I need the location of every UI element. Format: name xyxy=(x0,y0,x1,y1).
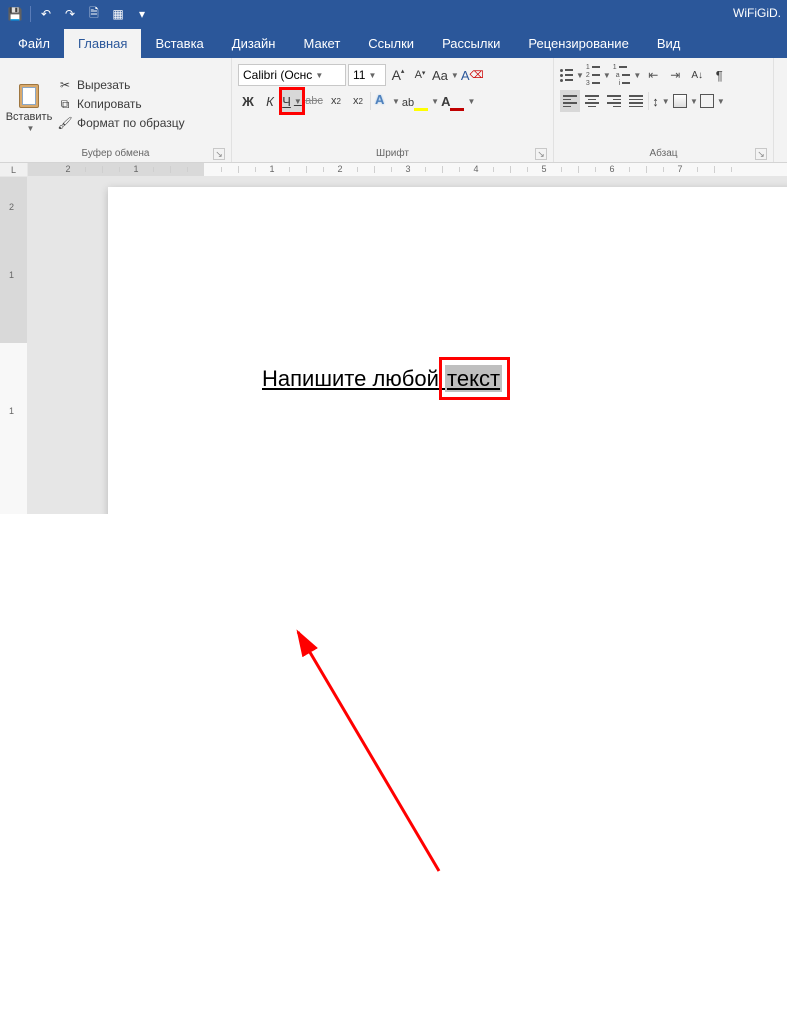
redo-button[interactable]: ↷ xyxy=(59,3,81,25)
superscript-button[interactable]: x2 xyxy=(348,90,368,112)
multilevel-button[interactable]: 1ai▼ xyxy=(613,64,641,86)
paste-button[interactable]: Вставить ▼ xyxy=(6,62,52,146)
shading-icon xyxy=(673,94,687,108)
bullets-button[interactable]: ▼ xyxy=(560,64,584,86)
underline-button[interactable]: Ч▼ xyxy=(282,90,302,112)
copy-label: Копировать xyxy=(77,97,142,111)
paste-dropdown[interactable]: ▼ xyxy=(24,124,35,133)
align-center-icon xyxy=(585,95,599,107)
font-size-dropdown[interactable]: ▼ xyxy=(365,71,376,80)
copy-icon: ⧉ xyxy=(58,97,72,111)
group-clipboard-label: Буфер обмена ↘ xyxy=(6,146,225,162)
tab-design[interactable]: Дизайн xyxy=(218,29,290,58)
shrink-font-button[interactable]: A▾ xyxy=(410,64,430,86)
line-spacing-button[interactable]: ↕▼ xyxy=(651,90,671,112)
font-color-button[interactable]: A▼ xyxy=(441,90,475,112)
copy-button[interactable]: ⧉ Копировать xyxy=(56,96,187,112)
grow-font-button[interactable]: A▴ xyxy=(388,64,408,86)
ribbon: Вставить ▼ ✂ Вырезать ⧉ Копировать 🖌 Фор… xyxy=(0,58,787,163)
ruler-vertical[interactable]: 211 xyxy=(0,177,28,514)
font-size-combo[interactable]: 11 ▼ xyxy=(348,64,386,86)
document-page[interactable]: Напишите любой текст xyxy=(108,187,787,514)
quick-access-toolbar: 💾 ↶ ↷ 🗎 ▦ ▾ xyxy=(0,3,153,25)
numbering-icon: 123 xyxy=(586,64,600,87)
show-marks-button[interactable]: ¶ xyxy=(709,64,729,86)
annotation-arrow xyxy=(0,514,787,1028)
align-left-icon xyxy=(563,95,577,107)
borders-button[interactable]: ▼ xyxy=(700,90,725,112)
undo-button[interactable]: ↶ xyxy=(35,3,57,25)
numbering-button[interactable]: 123▼ xyxy=(586,64,611,86)
tab-references[interactable]: Ссылки xyxy=(354,29,428,58)
doc-text-selected[interactable]: текст xyxy=(445,365,502,392)
ruler-horizontal[interactable]: L 211234567 xyxy=(0,163,787,177)
clipboard-dialog-launcher[interactable]: ↘ xyxy=(213,148,225,160)
sort-button[interactable]: А↓ xyxy=(687,64,707,86)
titlebar: 💾 ↶ ↷ 🗎 ▦ ▾ WiFiGiD. xyxy=(0,0,787,28)
align-right-button[interactable] xyxy=(604,90,624,112)
paste-icon xyxy=(15,80,43,110)
group-font: Calibri (Оснс ▼ 11 ▼ A▴ A▾ Aa▼ A⌫ Ж К xyxy=(232,58,554,162)
justify-icon xyxy=(629,95,643,107)
tab-file[interactable]: Файл xyxy=(4,29,64,58)
group-clipboard: Вставить ▼ ✂ Вырезать ⧉ Копировать 🖌 Фор… xyxy=(0,58,232,162)
doc-text-plain: Напишите любой xyxy=(262,366,445,391)
page-viewport[interactable]: Напишите любой текст xyxy=(28,177,787,514)
brush-icon: 🖌 xyxy=(58,116,72,130)
strikethrough-button[interactable]: abc xyxy=(304,90,324,112)
newdoc-button[interactable]: 🗎 xyxy=(83,3,105,25)
align-left-button[interactable] xyxy=(560,90,580,112)
justify-button[interactable] xyxy=(626,90,646,112)
font-size-value: 11 xyxy=(353,68,365,82)
bullets-icon xyxy=(560,69,573,82)
format-painter-button[interactable]: 🖌 Формат по образцу xyxy=(56,115,187,131)
clear-formatting-button[interactable]: A⌫ xyxy=(461,64,484,86)
group-paragraph: ▼ 123▼ 1ai▼ ⇤ ⇥ А↓ ¶ ↕▼ ▼ ▼ xyxy=(554,58,774,162)
multilevel-icon: 1ai xyxy=(613,64,631,87)
document-area: 211 Напишите любой текст xyxy=(0,177,787,514)
save-button[interactable]: 💾 xyxy=(4,3,26,25)
font-name-combo[interactable]: Calibri (Оснс ▼ xyxy=(238,64,346,86)
align-right-icon xyxy=(607,95,621,107)
change-case-button[interactable]: Aa▼ xyxy=(432,64,459,86)
paragraph-dialog-launcher[interactable]: ↘ xyxy=(755,148,767,160)
tab-home[interactable]: Главная xyxy=(64,29,141,58)
group-font-label: Шрифт ↘ xyxy=(238,146,547,162)
group-paragraph-label: Абзац ↘ xyxy=(560,146,767,162)
cut-button[interactable]: ✂ Вырезать xyxy=(56,77,187,93)
document-text[interactable]: Напишите любой текст xyxy=(262,365,502,392)
qat-customize[interactable]: ▾ xyxy=(131,3,153,25)
tab-mailings[interactable]: Рассылки xyxy=(428,29,514,58)
highlight-button[interactable]: ab▼ xyxy=(402,90,439,112)
cut-label: Вырезать xyxy=(77,78,130,92)
ribbon-tabs: Файл Главная Вставка Дизайн Макет Ссылки… xyxy=(0,28,787,58)
align-center-button[interactable] xyxy=(582,90,602,112)
font-name-dropdown[interactable]: ▼ xyxy=(312,71,323,80)
tab-view[interactable]: Вид xyxy=(643,29,695,58)
scissors-icon: ✂ xyxy=(58,78,72,92)
borders-icon xyxy=(700,94,714,108)
ruler-corner[interactable]: L xyxy=(0,163,28,176)
italic-button[interactable]: К xyxy=(260,90,280,112)
decrease-indent-button[interactable]: ⇤ xyxy=(643,64,663,86)
table-button[interactable]: ▦ xyxy=(107,3,129,25)
format-painter-label: Формат по образцу xyxy=(77,116,185,130)
paste-label: Вставить xyxy=(6,111,53,123)
tab-insert[interactable]: Вставка xyxy=(141,29,217,58)
shading-button[interactable]: ▼ xyxy=(673,90,698,112)
font-name-value: Calibri (Оснс xyxy=(243,68,312,82)
window-title: WiFiGiD. xyxy=(733,6,781,20)
font-dialog-launcher[interactable]: ↘ xyxy=(535,148,547,160)
bold-button[interactable]: Ж xyxy=(238,90,258,112)
increase-indent-button[interactable]: ⇥ xyxy=(665,64,685,86)
text-effects-button[interactable]: ▼ xyxy=(373,90,400,112)
texteffects-icon xyxy=(373,93,389,109)
tab-layout[interactable]: Макет xyxy=(289,29,354,58)
subscript-button[interactable]: x2 xyxy=(326,90,346,112)
tab-review[interactable]: Рецензирование xyxy=(514,29,642,58)
